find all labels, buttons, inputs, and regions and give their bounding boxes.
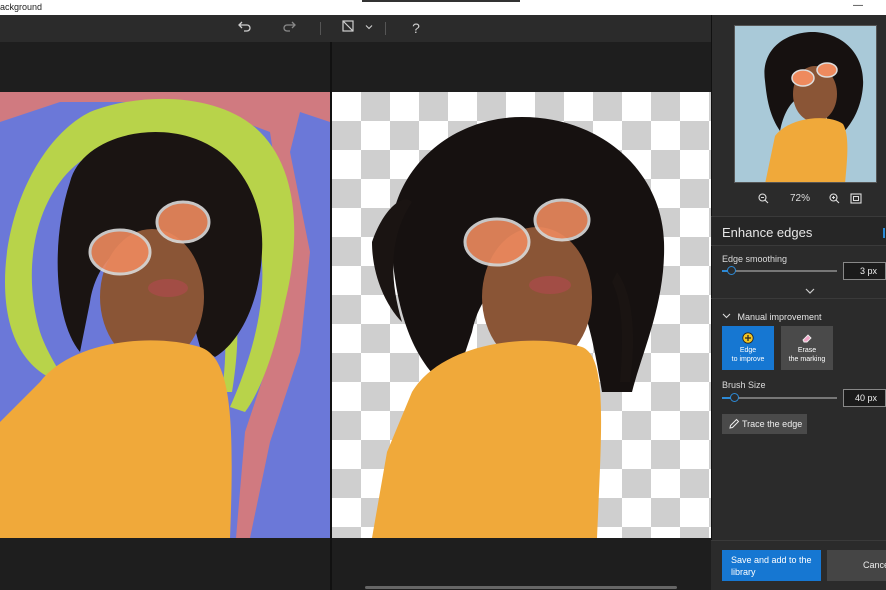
title-bar: ackground — — [0, 0, 886, 15]
section-divider — [711, 298, 886, 299]
erase-marking-line1: Erase — [797, 347, 817, 354]
edge-smoothing-label: Edge smoothing — [722, 254, 788, 264]
pane-divider[interactable] — [330, 42, 332, 590]
undo-button[interactable] — [234, 19, 256, 37]
zoom-in-icon — [829, 193, 840, 204]
brush-size-slider[interactable] — [722, 397, 837, 399]
edge-smoothing-slider[interactable] — [722, 270, 837, 272]
title-progress-indicator — [362, 0, 520, 2]
edge-to-improve-line1: Edge — [739, 347, 757, 354]
toolbar-separator — [385, 22, 386, 35]
marked-photo — [0, 92, 330, 538]
trace-edge-label: Trace the edge — [742, 419, 803, 429]
zoom-out-icon — [758, 193, 769, 204]
zoom-controls: 72% — [711, 189, 886, 211]
toolbar-separator — [320, 22, 321, 35]
edge-to-improve-tool[interactable]: Edge to improve — [722, 326, 774, 370]
horizontal-scrollbar[interactable] — [365, 586, 677, 589]
chevron-down-icon — [805, 288, 815, 294]
save-label-line1: Save and add to the — [731, 555, 812, 565]
edge-to-improve-line2: to improve — [731, 356, 765, 363]
glasses-left-lens — [88, 228, 152, 276]
enhance-edges-title: Enhance edges — [722, 225, 813, 240]
sweater-shape — [765, 118, 848, 182]
sweater-shape — [372, 340, 602, 538]
chevron-down-icon — [365, 25, 373, 30]
result-canvas[interactable] — [332, 92, 711, 538]
editor-toolbar: ? — [0, 15, 711, 42]
lips-shape — [148, 279, 188, 297]
erase-marking-tool[interactable]: Erase the marking — [781, 326, 833, 370]
cutout-photo — [372, 117, 665, 538]
preview-thumbnail[interactable] — [734, 25, 877, 183]
view-compare-icon — [342, 20, 354, 32]
glasses-right-lens — [155, 200, 211, 244]
redo-icon — [283, 21, 296, 32]
expand-more-button[interactable] — [805, 287, 815, 298]
view-compare-button[interactable] — [337, 19, 359, 37]
chevron-down-icon — [722, 313, 731, 319]
glasses-left-lens — [463, 217, 531, 267]
zoom-level: 72% — [790, 193, 811, 204]
zoom-in-button[interactable] — [829, 193, 840, 207]
add-circle-icon — [742, 332, 754, 344]
cancel-button[interactable]: Cancel — [827, 550, 886, 581]
manual-improvement-toggle[interactable]: Manual improvement — [722, 307, 822, 325]
panel-scrollbar[interactable] — [883, 228, 885, 238]
glasses-right-lens — [533, 198, 591, 242]
view-dropdown-button[interactable] — [358, 19, 380, 37]
pencil-icon — [729, 418, 740, 429]
zoom-out-button[interactable] — [758, 193, 769, 207]
erase-marking-line2: the marking — [788, 356, 826, 363]
redo-button[interactable] — [278, 19, 300, 37]
brush-size-handle[interactable] — [730, 393, 739, 402]
sweater-shape — [0, 340, 232, 538]
enhance-edges-header: Enhance edges — [711, 216, 886, 246]
fit-screen-icon — [850, 193, 862, 204]
minimize-button[interactable]: — — [853, 0, 863, 11]
window-title: ackground — [0, 2, 43, 12]
edge-smoothing-value[interactable]: 3 px — [843, 262, 886, 280]
undo-icon — [238, 21, 251, 32]
fit-to-screen-button[interactable] — [850, 193, 862, 207]
eraser-icon — [802, 334, 812, 343]
brush-size-value[interactable]: 40 px — [843, 389, 886, 407]
trace-edge-button[interactable]: Trace the edge — [722, 414, 807, 434]
save-to-library-button[interactable]: Save and add to the library — [722, 550, 821, 581]
brush-size-label: Brush Size — [722, 380, 766, 390]
lips-shape — [529, 276, 571, 294]
save-label-line2: library — [731, 567, 756, 577]
help-button[interactable]: ? — [405, 19, 427, 37]
manual-improvement-title: Manual improvement — [737, 312, 822, 322]
marking-canvas[interactable] — [0, 92, 330, 538]
edge-smoothing-handle[interactable] — [727, 266, 736, 275]
